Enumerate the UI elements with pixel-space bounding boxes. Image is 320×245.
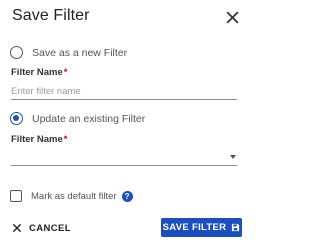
default-filter-checkbox[interactable] [10, 190, 22, 202]
save-filter-button[interactable]: SAVE FILTER [161, 218, 242, 237]
radio-new-filter[interactable]: Save as a new Filter [10, 46, 127, 59]
existing-filter-name-label: Filter Name* [11, 134, 67, 145]
radio-existing-filter-label: Update an existing Filter [32, 112, 146, 125]
new-filter-name-label: Filter Name* [11, 67, 67, 78]
radio-new-filter-button[interactable] [10, 46, 23, 59]
help-icon[interactable]: ? [121, 190, 133, 202]
cancel-button[interactable]: CANCEL [8, 219, 72, 237]
save-filter-button-label: SAVE FILTER [162, 222, 227, 233]
default-filter-row[interactable]: Mark as default filter ? [10, 190, 133, 202]
new-filter-name-input[interactable] [11, 84, 237, 100]
required-mark: * [63, 67, 68, 78]
required-mark: * [63, 134, 68, 145]
cancel-button-label: CANCEL [29, 222, 71, 234]
default-filter-label: Mark as default filter [31, 190, 117, 202]
dialog-title: Save Filter [12, 7, 90, 24]
existing-filter-name-label-text: Filter Name [11, 134, 63, 145]
radio-existing-filter-button[interactable] [10, 112, 23, 125]
new-filter-name-label-text: Filter Name [11, 67, 63, 78]
existing-filter-select[interactable] [11, 150, 237, 166]
close-icon[interactable] [226, 11, 239, 24]
chevron-down-icon[interactable] [230, 155, 236, 159]
radio-new-filter-label: Save as a new Filter [32, 46, 128, 59]
save-filter-dialog: Save Filter Save as a new Filter Filter … [0, 0, 250, 245]
close-icon [13, 224, 21, 232]
save-icon [232, 223, 240, 232]
radio-existing-filter[interactable]: Update an existing Filter [10, 112, 145, 125]
